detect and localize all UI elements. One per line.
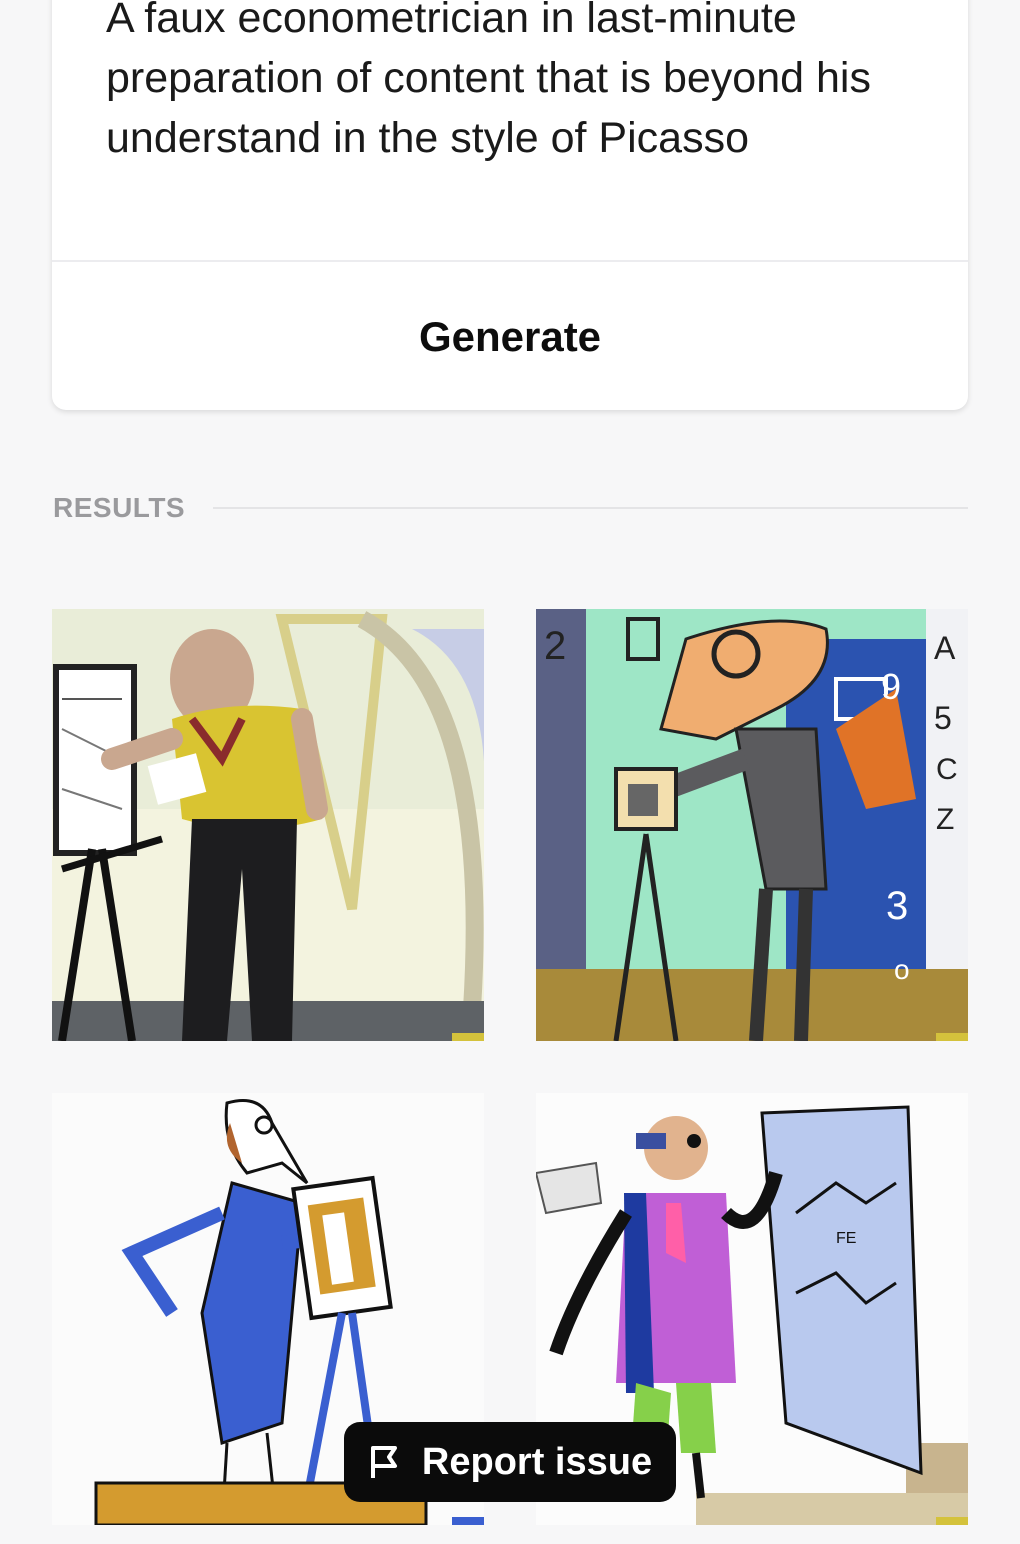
report-issue-label: Report issue [421, 1440, 653, 1483]
report-issue-button[interactable]: Report issue [344, 1422, 676, 1502]
svg-text:FE: FE [836, 1230, 856, 1247]
result-image-1[interactable] [52, 609, 484, 1041]
card-divider [52, 260, 968, 262]
result-image-2[interactable]: 2 9 3 A 5 C Z o [536, 609, 968, 1041]
svg-text:C: C [936, 753, 958, 786]
generate-button[interactable]: Generate [52, 264, 968, 410]
prompt-text[interactable]: A faux econometrician in last-minute pre… [106, 0, 906, 168]
flag-icon [370, 1446, 397, 1478]
svg-text:9: 9 [881, 666, 901, 707]
svg-text:2: 2 [544, 624, 566, 668]
svg-text:5: 5 [934, 700, 952, 736]
results-header: RESULTS [53, 486, 968, 530]
prompt-card: A faux econometrician in last-minute pre… [52, 0, 968, 410]
results-divider [213, 507, 968, 509]
svg-text:A: A [934, 630, 956, 666]
svg-text:3: 3 [886, 884, 908, 928]
results-label: RESULTS [53, 492, 186, 523]
svg-text:o: o [894, 954, 910, 985]
svg-text:Z: Z [936, 803, 954, 836]
